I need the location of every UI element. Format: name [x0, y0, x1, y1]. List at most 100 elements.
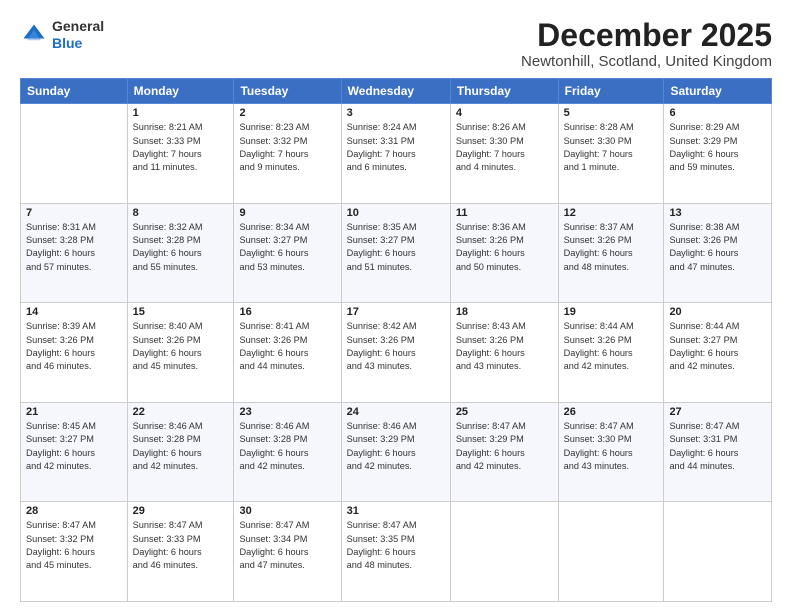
day-info: Sunrise: 8:24 AM Sunset: 3:31 PM Dayligh…	[347, 121, 445, 174]
calendar-week-row: 28 Sunrise: 8:47 AM Sunset: 3:32 PM Dayli…	[21, 502, 772, 602]
header: General Blue December 2025 Newtonhill, S…	[20, 18, 772, 70]
day-info: Sunrise: 8:47 AM Sunset: 3:34 PM Dayligh…	[239, 519, 335, 572]
day-number: 6	[669, 107, 766, 119]
day-info: Sunrise: 8:41 AM Sunset: 3:26 PM Dayligh…	[239, 320, 335, 373]
calendar-week-row: 1 Sunrise: 8:21 AM Sunset: 3:33 PM Daylig…	[21, 104, 772, 204]
day-number: 14	[26, 306, 122, 318]
col-monday: Monday	[127, 79, 234, 104]
day-info: Sunrise: 8:40 AM Sunset: 3:26 PM Dayligh…	[133, 320, 229, 373]
page: General Blue December 2025 Newtonhill, S…	[0, 0, 792, 612]
day-info: Sunrise: 8:42 AM Sunset: 3:26 PM Dayligh…	[347, 320, 445, 373]
table-row	[558, 502, 664, 602]
calendar-table: Sunday Monday Tuesday Wednesday Thursday…	[20, 78, 772, 602]
table-row: 23 Sunrise: 8:46 AM Sunset: 3:28 PM Dayli…	[234, 402, 341, 502]
logo-general: General	[52, 18, 104, 34]
month-title: December 2025	[521, 18, 772, 53]
day-number: 15	[133, 306, 229, 318]
day-number: 3	[347, 107, 445, 119]
day-number: 5	[564, 107, 659, 119]
day-number: 12	[564, 207, 659, 219]
col-thursday: Thursday	[450, 79, 558, 104]
table-row	[450, 502, 558, 602]
day-info: Sunrise: 8:46 AM Sunset: 3:28 PM Dayligh…	[133, 420, 229, 473]
day-info: Sunrise: 8:47 AM Sunset: 3:33 PM Dayligh…	[133, 519, 229, 572]
calendar-week-row: 21 Sunrise: 8:45 AM Sunset: 3:27 PM Dayli…	[21, 402, 772, 502]
day-number: 11	[456, 207, 553, 219]
day-number: 28	[26, 505, 122, 517]
day-info: Sunrise: 8:47 AM Sunset: 3:32 PM Dayligh…	[26, 519, 122, 572]
day-info: Sunrise: 8:36 AM Sunset: 3:26 PM Dayligh…	[456, 221, 553, 274]
day-number: 22	[133, 406, 229, 418]
day-info: Sunrise: 8:44 AM Sunset: 3:26 PM Dayligh…	[564, 320, 659, 373]
day-info: Sunrise: 8:29 AM Sunset: 3:29 PM Dayligh…	[669, 121, 766, 174]
day-info: Sunrise: 8:28 AM Sunset: 3:30 PM Dayligh…	[564, 121, 659, 174]
day-number: 16	[239, 306, 335, 318]
day-number: 31	[347, 505, 445, 517]
day-info: Sunrise: 8:39 AM Sunset: 3:26 PM Dayligh…	[26, 320, 122, 373]
col-tuesday: Tuesday	[234, 79, 341, 104]
table-row: 14 Sunrise: 8:39 AM Sunset: 3:26 PM Dayli…	[21, 303, 128, 403]
day-info: Sunrise: 8:46 AM Sunset: 3:29 PM Dayligh…	[347, 420, 445, 473]
day-number: 21	[26, 406, 122, 418]
table-row: 21 Sunrise: 8:45 AM Sunset: 3:27 PM Dayli…	[21, 402, 128, 502]
table-row	[664, 502, 772, 602]
table-row: 8 Sunrise: 8:32 AM Sunset: 3:28 PM Daylig…	[127, 203, 234, 303]
table-row: 18 Sunrise: 8:43 AM Sunset: 3:26 PM Dayli…	[450, 303, 558, 403]
table-row: 1 Sunrise: 8:21 AM Sunset: 3:33 PM Daylig…	[127, 104, 234, 204]
table-row: 5 Sunrise: 8:28 AM Sunset: 3:30 PM Daylig…	[558, 104, 664, 204]
table-row: 29 Sunrise: 8:47 AM Sunset: 3:33 PM Dayli…	[127, 502, 234, 602]
day-info: Sunrise: 8:32 AM Sunset: 3:28 PM Dayligh…	[133, 221, 229, 274]
table-row: 10Sunrise: 8:35 AM Sunset: 3:27 PM Dayli…	[341, 203, 450, 303]
logo-text: General Blue	[52, 18, 104, 52]
table-row: 24Sunrise: 8:46 AM Sunset: 3:29 PM Dayli…	[341, 402, 450, 502]
day-info: Sunrise: 8:21 AM Sunset: 3:33 PM Dayligh…	[133, 121, 229, 174]
col-sunday: Sunday	[21, 79, 128, 104]
day-number: 25	[456, 406, 553, 418]
table-row: 12 Sunrise: 8:37 AM Sunset: 3:26 PM Dayli…	[558, 203, 664, 303]
calendar-week-row: 7Sunrise: 8:31 AM Sunset: 3:28 PM Daylig…	[21, 203, 772, 303]
table-row: 28 Sunrise: 8:47 AM Sunset: 3:32 PM Dayli…	[21, 502, 128, 602]
title-block: December 2025 Newtonhill, Scotland, Unit…	[521, 18, 772, 70]
table-row: 20Sunrise: 8:44 AM Sunset: 3:27 PM Dayli…	[664, 303, 772, 403]
table-row: 25Sunrise: 8:47 AM Sunset: 3:29 PM Dayli…	[450, 402, 558, 502]
day-number: 20	[669, 306, 766, 318]
table-row: 2Sunrise: 8:23 AM Sunset: 3:32 PM Daylig…	[234, 104, 341, 204]
table-row: 11 Sunrise: 8:36 AM Sunset: 3:26 PM Dayli…	[450, 203, 558, 303]
day-info: Sunrise: 8:31 AM Sunset: 3:28 PM Dayligh…	[26, 221, 122, 274]
table-row: 4 Sunrise: 8:26 AM Sunset: 3:30 PM Daylig…	[450, 104, 558, 204]
day-info: Sunrise: 8:38 AM Sunset: 3:26 PM Dayligh…	[669, 221, 766, 274]
day-number: 27	[669, 406, 766, 418]
table-row: 17 Sunrise: 8:42 AM Sunset: 3:26 PM Dayli…	[341, 303, 450, 403]
day-number: 29	[133, 505, 229, 517]
table-row: 16 Sunrise: 8:41 AM Sunset: 3:26 PM Dayli…	[234, 303, 341, 403]
day-info: Sunrise: 8:47 AM Sunset: 3:31 PM Dayligh…	[669, 420, 766, 473]
table-row: 13 Sunrise: 8:38 AM Sunset: 3:26 PM Dayli…	[664, 203, 772, 303]
table-row: 6 Sunrise: 8:29 AM Sunset: 3:29 PM Daylig…	[664, 104, 772, 204]
day-number: 13	[669, 207, 766, 219]
day-info: Sunrise: 8:26 AM Sunset: 3:30 PM Dayligh…	[456, 121, 553, 174]
table-row: 15 Sunrise: 8:40 AM Sunset: 3:26 PM Dayli…	[127, 303, 234, 403]
table-row: 31Sunrise: 8:47 AM Sunset: 3:35 PM Dayli…	[341, 502, 450, 602]
day-number: 9	[239, 207, 335, 219]
day-info: Sunrise: 8:37 AM Sunset: 3:26 PM Dayligh…	[564, 221, 659, 274]
day-info: Sunrise: 8:45 AM Sunset: 3:27 PM Dayligh…	[26, 420, 122, 473]
day-number: 23	[239, 406, 335, 418]
day-info: Sunrise: 8:47 AM Sunset: 3:30 PM Dayligh…	[564, 420, 659, 473]
calendar-week-row: 14 Sunrise: 8:39 AM Sunset: 3:26 PM Dayli…	[21, 303, 772, 403]
table-row: 19 Sunrise: 8:44 AM Sunset: 3:26 PM Dayli…	[558, 303, 664, 403]
day-number: 1	[133, 107, 229, 119]
logo-blue: Blue	[52, 35, 82, 51]
day-info: Sunrise: 8:43 AM Sunset: 3:26 PM Dayligh…	[456, 320, 553, 373]
day-number: 8	[133, 207, 229, 219]
day-number: 17	[347, 306, 445, 318]
day-number: 18	[456, 306, 553, 318]
day-number: 30	[239, 505, 335, 517]
day-number: 19	[564, 306, 659, 318]
col-saturday: Saturday	[664, 79, 772, 104]
table-row: 26 Sunrise: 8:47 AM Sunset: 3:30 PM Dayli…	[558, 402, 664, 502]
day-number: 26	[564, 406, 659, 418]
day-info: Sunrise: 8:46 AM Sunset: 3:28 PM Dayligh…	[239, 420, 335, 473]
day-info: Sunrise: 8:35 AM Sunset: 3:27 PM Dayligh…	[347, 221, 445, 274]
day-number: 2	[239, 107, 335, 119]
day-number: 4	[456, 107, 553, 119]
